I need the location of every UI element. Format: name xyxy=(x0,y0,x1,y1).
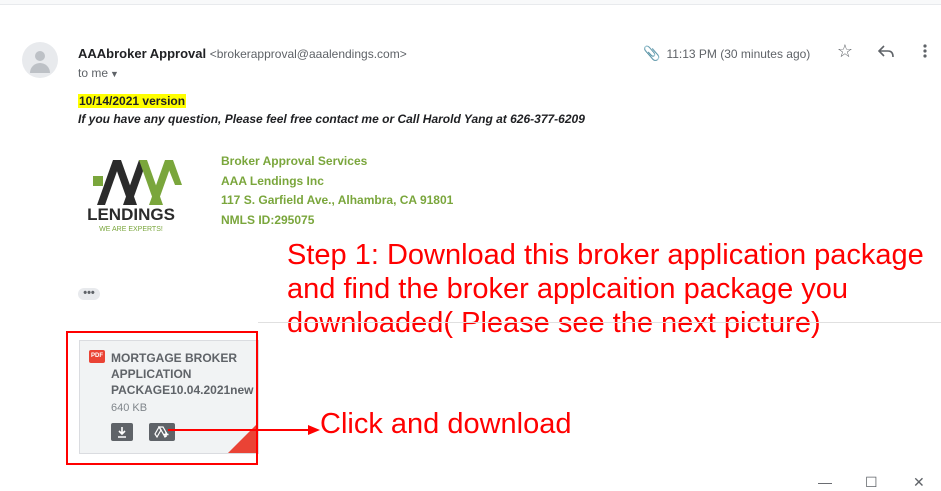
signature-line-2: AAA Lendings Inc xyxy=(221,173,324,188)
step1-annotation: Step 1: Download this broker application… xyxy=(287,239,924,339)
top-border xyxy=(0,0,941,5)
version-highlight: 10/14/2021 version xyxy=(78,94,187,108)
maximize-icon[interactable]: ☐ xyxy=(865,474,878,491)
signature-line-4: NMLS ID:295075 xyxy=(221,212,315,227)
reply-icon[interactable] xyxy=(875,40,897,62)
signature-line-1: Broker Approval Services xyxy=(221,154,368,168)
more-vert-icon[interactable] xyxy=(914,40,936,62)
show-trimmed-content-button[interactable]: ••• xyxy=(78,288,100,300)
contact-note: If you have any question, Please feel fr… xyxy=(78,112,585,126)
arrow-annotation xyxy=(168,425,320,435)
avatar-body xyxy=(30,63,50,73)
avatar-head xyxy=(35,51,45,61)
attachment-highlight-box xyxy=(66,331,258,465)
avatar[interactable] xyxy=(22,42,58,78)
divider xyxy=(258,322,941,323)
email-meta: 📎 11:13 PM (30 minutes ago) xyxy=(643,45,810,62)
signature-line-3: 117 S. Garfield Ave., Alhambra, CA 91801 xyxy=(221,193,454,207)
star-icon[interactable]: ☆ xyxy=(834,40,856,62)
caret-down-icon: ▼ xyxy=(110,69,119,79)
sender-name[interactable]: AAAbroker Approval xyxy=(78,46,206,61)
logo-tagline: WE ARE EXPERTS! xyxy=(99,226,163,233)
to-me-label: to me xyxy=(78,66,109,80)
sender-email: <brokerapproval@aaalendings.com> xyxy=(209,47,407,61)
email-time: 11:13 PM (30 minutes ago) xyxy=(666,46,811,61)
paperclip-icon: 📎 xyxy=(643,45,661,61)
click-download-annotation: Click and download xyxy=(320,408,572,440)
minimize-icon[interactable]: — xyxy=(818,474,832,490)
logo-word: LENDINGS xyxy=(87,205,175,224)
aaa-lendings-logo: LENDINGS WE ARE EXPERTS! xyxy=(79,150,183,235)
signature-block: Broker Approval Services AAA Lendings In… xyxy=(221,152,453,230)
sender-line: AAAbroker Approval <brokerapproval@aaale… xyxy=(78,46,407,61)
recipient-details-toggle[interactable]: to me ▼ xyxy=(78,66,119,80)
close-icon[interactable]: ✕ xyxy=(913,474,925,491)
